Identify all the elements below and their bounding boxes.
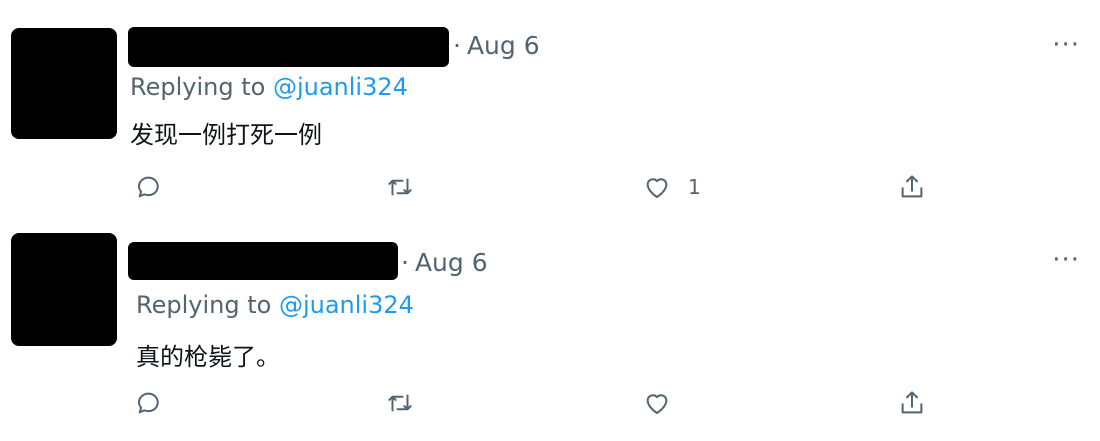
like-icon <box>646 394 668 414</box>
retweet-icon <box>388 394 412 412</box>
tweet-text: 真的枪毙了。 <box>136 343 280 371</box>
date-separator: · <box>401 248 409 277</box>
replying-to-label: Replying to <box>130 73 266 101</box>
like-button[interactable] <box>642 383 688 423</box>
like-count: 1 <box>688 175 701 199</box>
date-text: Aug 6 <box>414 248 488 277</box>
reply-icon <box>138 176 159 198</box>
tweet-actions: 1 <box>0 167 1100 207</box>
more-options-button[interactable]: ··· <box>1052 245 1080 275</box>
replying-to-line: Replying to @juanli324 <box>136 291 414 319</box>
retweet-button[interactable] <box>385 383 415 423</box>
reply-handle-link[interactable]: @juanli324 <box>279 291 414 319</box>
share-icon <box>901 391 923 414</box>
more-options-button[interactable]: ··· <box>1052 30 1080 60</box>
tweet-actions <box>0 383 1100 423</box>
reply-icon <box>138 392 159 414</box>
tweet-text: 发现一例打死一例 <box>130 121 322 149</box>
display-name-redacted[interactable] <box>128 27 449 67</box>
tweet-date[interactable]: · Aug 6 <box>401 248 488 277</box>
avatar-redacted[interactable] <box>11 233 117 346</box>
tweet-date[interactable]: · Aug 6 <box>453 31 540 60</box>
reply-handle-link[interactable]: @juanli324 <box>273 73 408 101</box>
retweet-icon <box>388 178 412 196</box>
date-separator: · <box>453 31 461 60</box>
display-name-redacted[interactable] <box>128 242 398 280</box>
share-icon <box>901 175 923 198</box>
avatar-redacted[interactable] <box>11 28 117 139</box>
tweet[interactable]: · Aug 6 ··· Replying to @juanli324 发现一例打死… <box>0 0 1100 215</box>
tweet[interactable]: · Aug 6 ··· Replying to @juanli324 真的枪毙了。 <box>0 215 1100 441</box>
share-button[interactable] <box>897 383 927 423</box>
replying-to-line: Replying to @juanli324 <box>130 73 408 101</box>
date-text: Aug 6 <box>466 31 540 60</box>
reply-button[interactable] <box>134 167 164 207</box>
replying-to-label: Replying to <box>136 291 272 319</box>
like-button[interactable]: 1 <box>642 167 701 207</box>
like-icon <box>646 178 668 198</box>
share-button[interactable] <box>897 167 927 207</box>
reply-button[interactable] <box>134 383 164 423</box>
retweet-button[interactable] <box>385 167 415 207</box>
